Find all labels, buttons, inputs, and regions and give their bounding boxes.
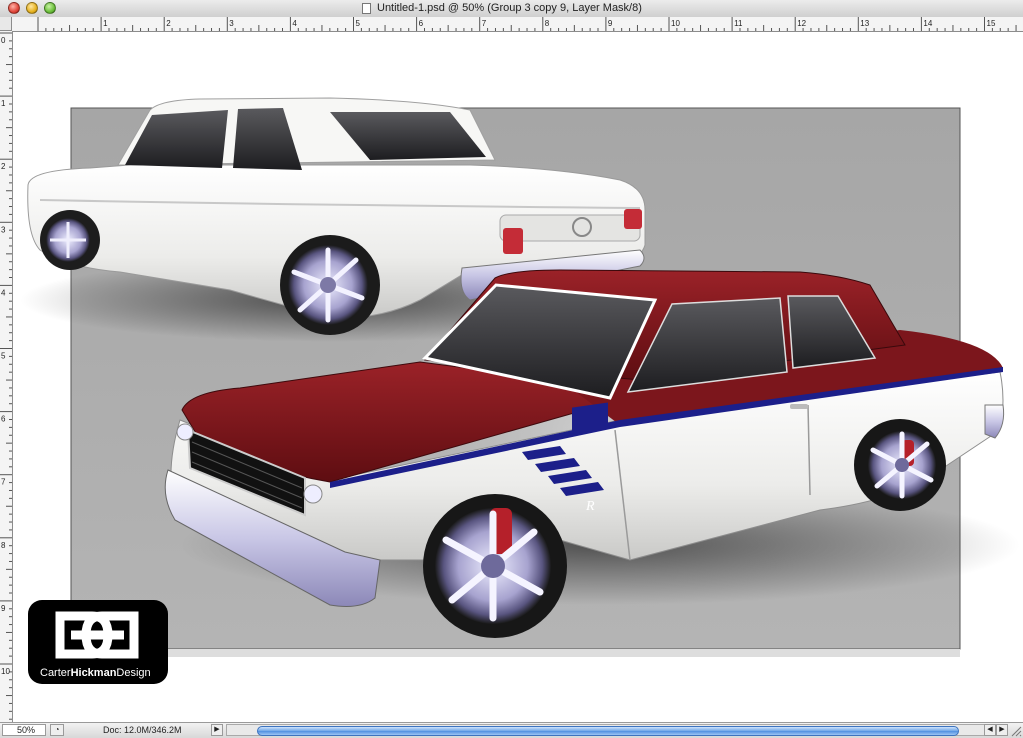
ruler-label: 4 (292, 19, 297, 28)
status-bar: 50% ◔ Doc: 12.0M/346.2M ▶ ◀ ▶ (0, 722, 1023, 738)
scroll-left-arrow-icon[interactable]: ◀ (984, 724, 996, 736)
ruler-label: 4 (1, 288, 6, 297)
vertical-ruler[interactable]: 0 1 2 3 4 5 6 7 8 9 10 (0, 31, 13, 722)
document-size-info: Doc: 12.0M/346.2M (103, 725, 182, 735)
status-menu-arrow-icon[interactable]: ▶ (211, 724, 223, 736)
document-proxy-icon[interactable] (362, 3, 371, 14)
ruler-label: 1 (103, 19, 108, 28)
ruler-label: 12 (797, 19, 806, 28)
horizontal-ruler[interactable]: 12345678910111213141516 (12, 17, 1023, 32)
ruler-label: 3 (229, 19, 234, 28)
ruler-label: 9 (608, 19, 613, 28)
ruler-label: 13 (860, 19, 869, 28)
window-titlebar: Untitled-1.psd @ 50% (Group 3 copy 9, La… (0, 0, 1023, 18)
ruler-label: 5 (1, 352, 6, 361)
svg-text:CarterHickmanDesign: CarterHickmanDesign (40, 667, 151, 679)
zoom-level-field[interactable]: 50% (2, 724, 46, 736)
scroll-right-arrow-icon[interactable]: ▶ (996, 724, 1008, 736)
ruler-label: 7 (482, 19, 487, 28)
document-canvas[interactable]: R CarterHickmanDesign (13, 32, 1023, 722)
ruler-label: 2 (1, 162, 6, 171)
ruler-label: 8 (545, 19, 550, 28)
resize-grip-icon[interactable] (1009, 724, 1022, 737)
ruler-label: 7 (1, 478, 6, 487)
ruler-label: 10 (671, 19, 680, 28)
ruler-label: 3 (1, 225, 6, 234)
minimize-window-button[interactable] (26, 2, 38, 14)
ruler-label: 0 (1, 36, 6, 45)
ruler-label: 11 (734, 19, 743, 28)
close-window-button[interactable] (8, 2, 20, 14)
horizontal-scrollbar[interactable] (226, 724, 986, 736)
zoom-window-button[interactable] (44, 2, 56, 14)
ruler-label: 6 (419, 19, 424, 28)
ruler-label: 9 (1, 604, 6, 613)
fender-badge: R (585, 499, 595, 514)
horizontal-scroll-thumb[interactable] (257, 726, 959, 736)
ruler-label: 10 (1, 667, 10, 676)
ruler-label: 8 (1, 541, 6, 550)
ruler-label: 6 (1, 415, 6, 424)
ruler-label: 5 (356, 19, 361, 28)
ruler-label: 14 (923, 19, 932, 28)
ruler-label: 2 (166, 19, 171, 28)
window-title: Untitled-1.psd @ 50% (Group 3 copy 9, La… (377, 2, 642, 14)
ruler-label: 15 (987, 19, 996, 28)
status-info-icon[interactable]: ◔ (50, 724, 64, 736)
ruler-origin[interactable] (0, 17, 12, 31)
ruler-label: 1 (1, 99, 6, 108)
carter-hickman-design-logo: CarterHickmanDesign (28, 600, 168, 684)
